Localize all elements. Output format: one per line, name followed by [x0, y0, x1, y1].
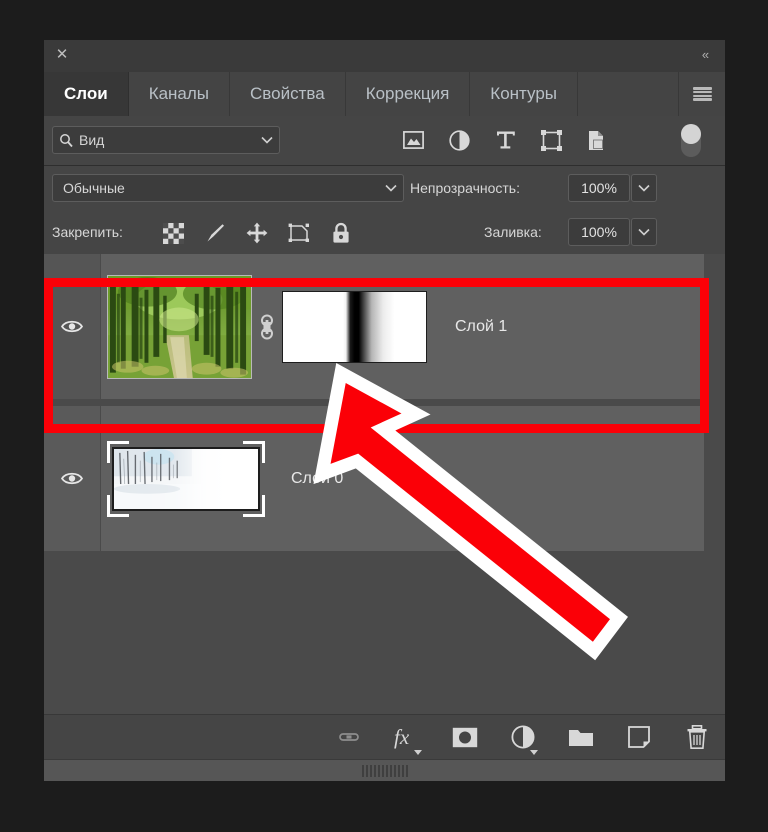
lock-transparent-pixels-icon[interactable]: [161, 221, 185, 245]
screenshot-root: ✕ « Слои Каналы Свойства Коррекция Конту…: [0, 0, 768, 832]
layer-name-label: Слой 0: [291, 469, 344, 487]
fill-label: Заливка:: [484, 224, 542, 240]
dropdown-caret-icon: [414, 750, 422, 755]
filter-row: Вид: [44, 116, 725, 166]
layer-name-label: Слой 1: [455, 317, 508, 335]
new-group-icon[interactable]: [565, 721, 597, 753]
add-layer-mask-icon[interactable]: [449, 721, 481, 753]
lock-all-icon[interactable]: [329, 221, 353, 245]
table-row[interactable]: Слой 0: [44, 406, 704, 551]
smart-object-filter-icon[interactable]: [586, 129, 608, 151]
panel-menu-button[interactable]: [679, 72, 725, 116]
lock-position-icon[interactable]: [245, 221, 269, 245]
lock-icons: [161, 220, 353, 246]
new-adjustment-layer-icon[interactable]: [507, 721, 539, 755]
toggle-knob: [681, 124, 701, 144]
tab-label: Свойства: [250, 84, 325, 103]
tab-label: Слои: [64, 84, 108, 103]
link-mask-icon[interactable]: [252, 312, 282, 342]
delete-layer-icon[interactable]: [681, 721, 713, 753]
layer-list: Слой 1 Слой 0: [44, 254, 725, 714]
gradient-mask-preview: [283, 291, 426, 362]
close-icon[interactable]: ✕: [53, 46, 71, 64]
panel-tabs: Слои Каналы Свойства Коррекция Контуры: [44, 72, 725, 116]
layer-visibility-cell[interactable]: [44, 406, 101, 551]
new-layer-icon[interactable]: [623, 721, 655, 753]
dropdown-caret-icon: [530, 750, 538, 755]
type-layer-filter-icon[interactable]: [494, 129, 516, 151]
chevron-down-icon: [255, 136, 279, 144]
layer-thumbnail-wrapper: [107, 440, 265, 517]
pixel-layer-filter-icon[interactable]: [402, 129, 424, 151]
panel-titlebar: ✕ «: [44, 40, 725, 72]
filter-type-select[interactable]: Вид: [52, 126, 280, 154]
filter-type-icons: [402, 126, 608, 154]
layer-visibility-cell[interactable]: [44, 254, 101, 399]
tab-adjustments[interactable]: Коррекция: [345, 72, 471, 116]
tab-spacer: [578, 72, 679, 116]
filter-value-label: Вид: [79, 132, 105, 148]
eye-icon[interactable]: [61, 319, 83, 334]
filter-enable-toggle[interactable]: [681, 124, 701, 157]
tab-layers[interactable]: Слои: [44, 72, 129, 116]
tab-label: Контуры: [490, 84, 558, 103]
layer-thumbnail-snowy-forest-photo[interactable]: [112, 446, 260, 511]
table-row[interactable]: Слой 1: [44, 254, 704, 399]
grip-icon: [361, 764, 408, 777]
layer-mask-thumbnail-gradient[interactable]: [282, 290, 427, 363]
lock-label: Закрепить:: [52, 224, 123, 240]
shape-layer-filter-icon[interactable]: [540, 129, 562, 151]
tab-paths[interactable]: Контуры: [470, 72, 579, 116]
fill-input[interactable]: 100%: [568, 218, 630, 246]
blend-mode-select[interactable]: Обычные: [52, 174, 404, 202]
panel-resize-grip[interactable]: [44, 759, 725, 781]
blend-mode-value: Обычные: [63, 180, 125, 196]
hamburger-menu-icon: [692, 87, 712, 101]
layers-panel: ✕ « Слои Каналы Свойства Коррекция Конту…: [44, 40, 725, 781]
layer-thumbnails: [101, 274, 427, 379]
adjustment-layer-filter-icon[interactable]: [448, 129, 470, 151]
tab-channels[interactable]: Каналы: [128, 72, 231, 116]
layers-bottom-toolbar: fx: [44, 714, 725, 759]
opacity-label: Непрозрачность:: [410, 180, 520, 196]
blend-row: Обычные Непрозрачность: 100%: [44, 166, 725, 210]
layer-style-fx-icon[interactable]: fx: [391, 721, 423, 755]
tab-label: Коррекция: [365, 84, 450, 103]
collapse-double-arrow-icon[interactable]: «: [695, 46, 715, 64]
search-icon: [53, 133, 79, 148]
eye-icon[interactable]: [61, 471, 83, 486]
layer-thumbnail-forest-path-photo[interactable]: [107, 274, 252, 379]
lock-artboard-nesting-icon[interactable]: [287, 221, 311, 245]
chevron-down-icon: [379, 184, 403, 192]
svg-text:fx: fx: [394, 725, 410, 749]
tab-properties[interactable]: Свойства: [230, 72, 346, 116]
tab-label: Каналы: [148, 84, 210, 103]
lock-image-pixels-icon[interactable]: [203, 221, 227, 245]
lock-row: Закрепить: Заливка: 100%: [44, 210, 725, 254]
layer-thumbnails: [101, 440, 265, 517]
link-layers-icon[interactable]: [333, 721, 365, 753]
opacity-input[interactable]: 100%: [568, 174, 630, 202]
opacity-slider-chevron-down-icon[interactable]: [631, 174, 657, 202]
fill-slider-chevron-down-icon[interactable]: [631, 218, 657, 246]
